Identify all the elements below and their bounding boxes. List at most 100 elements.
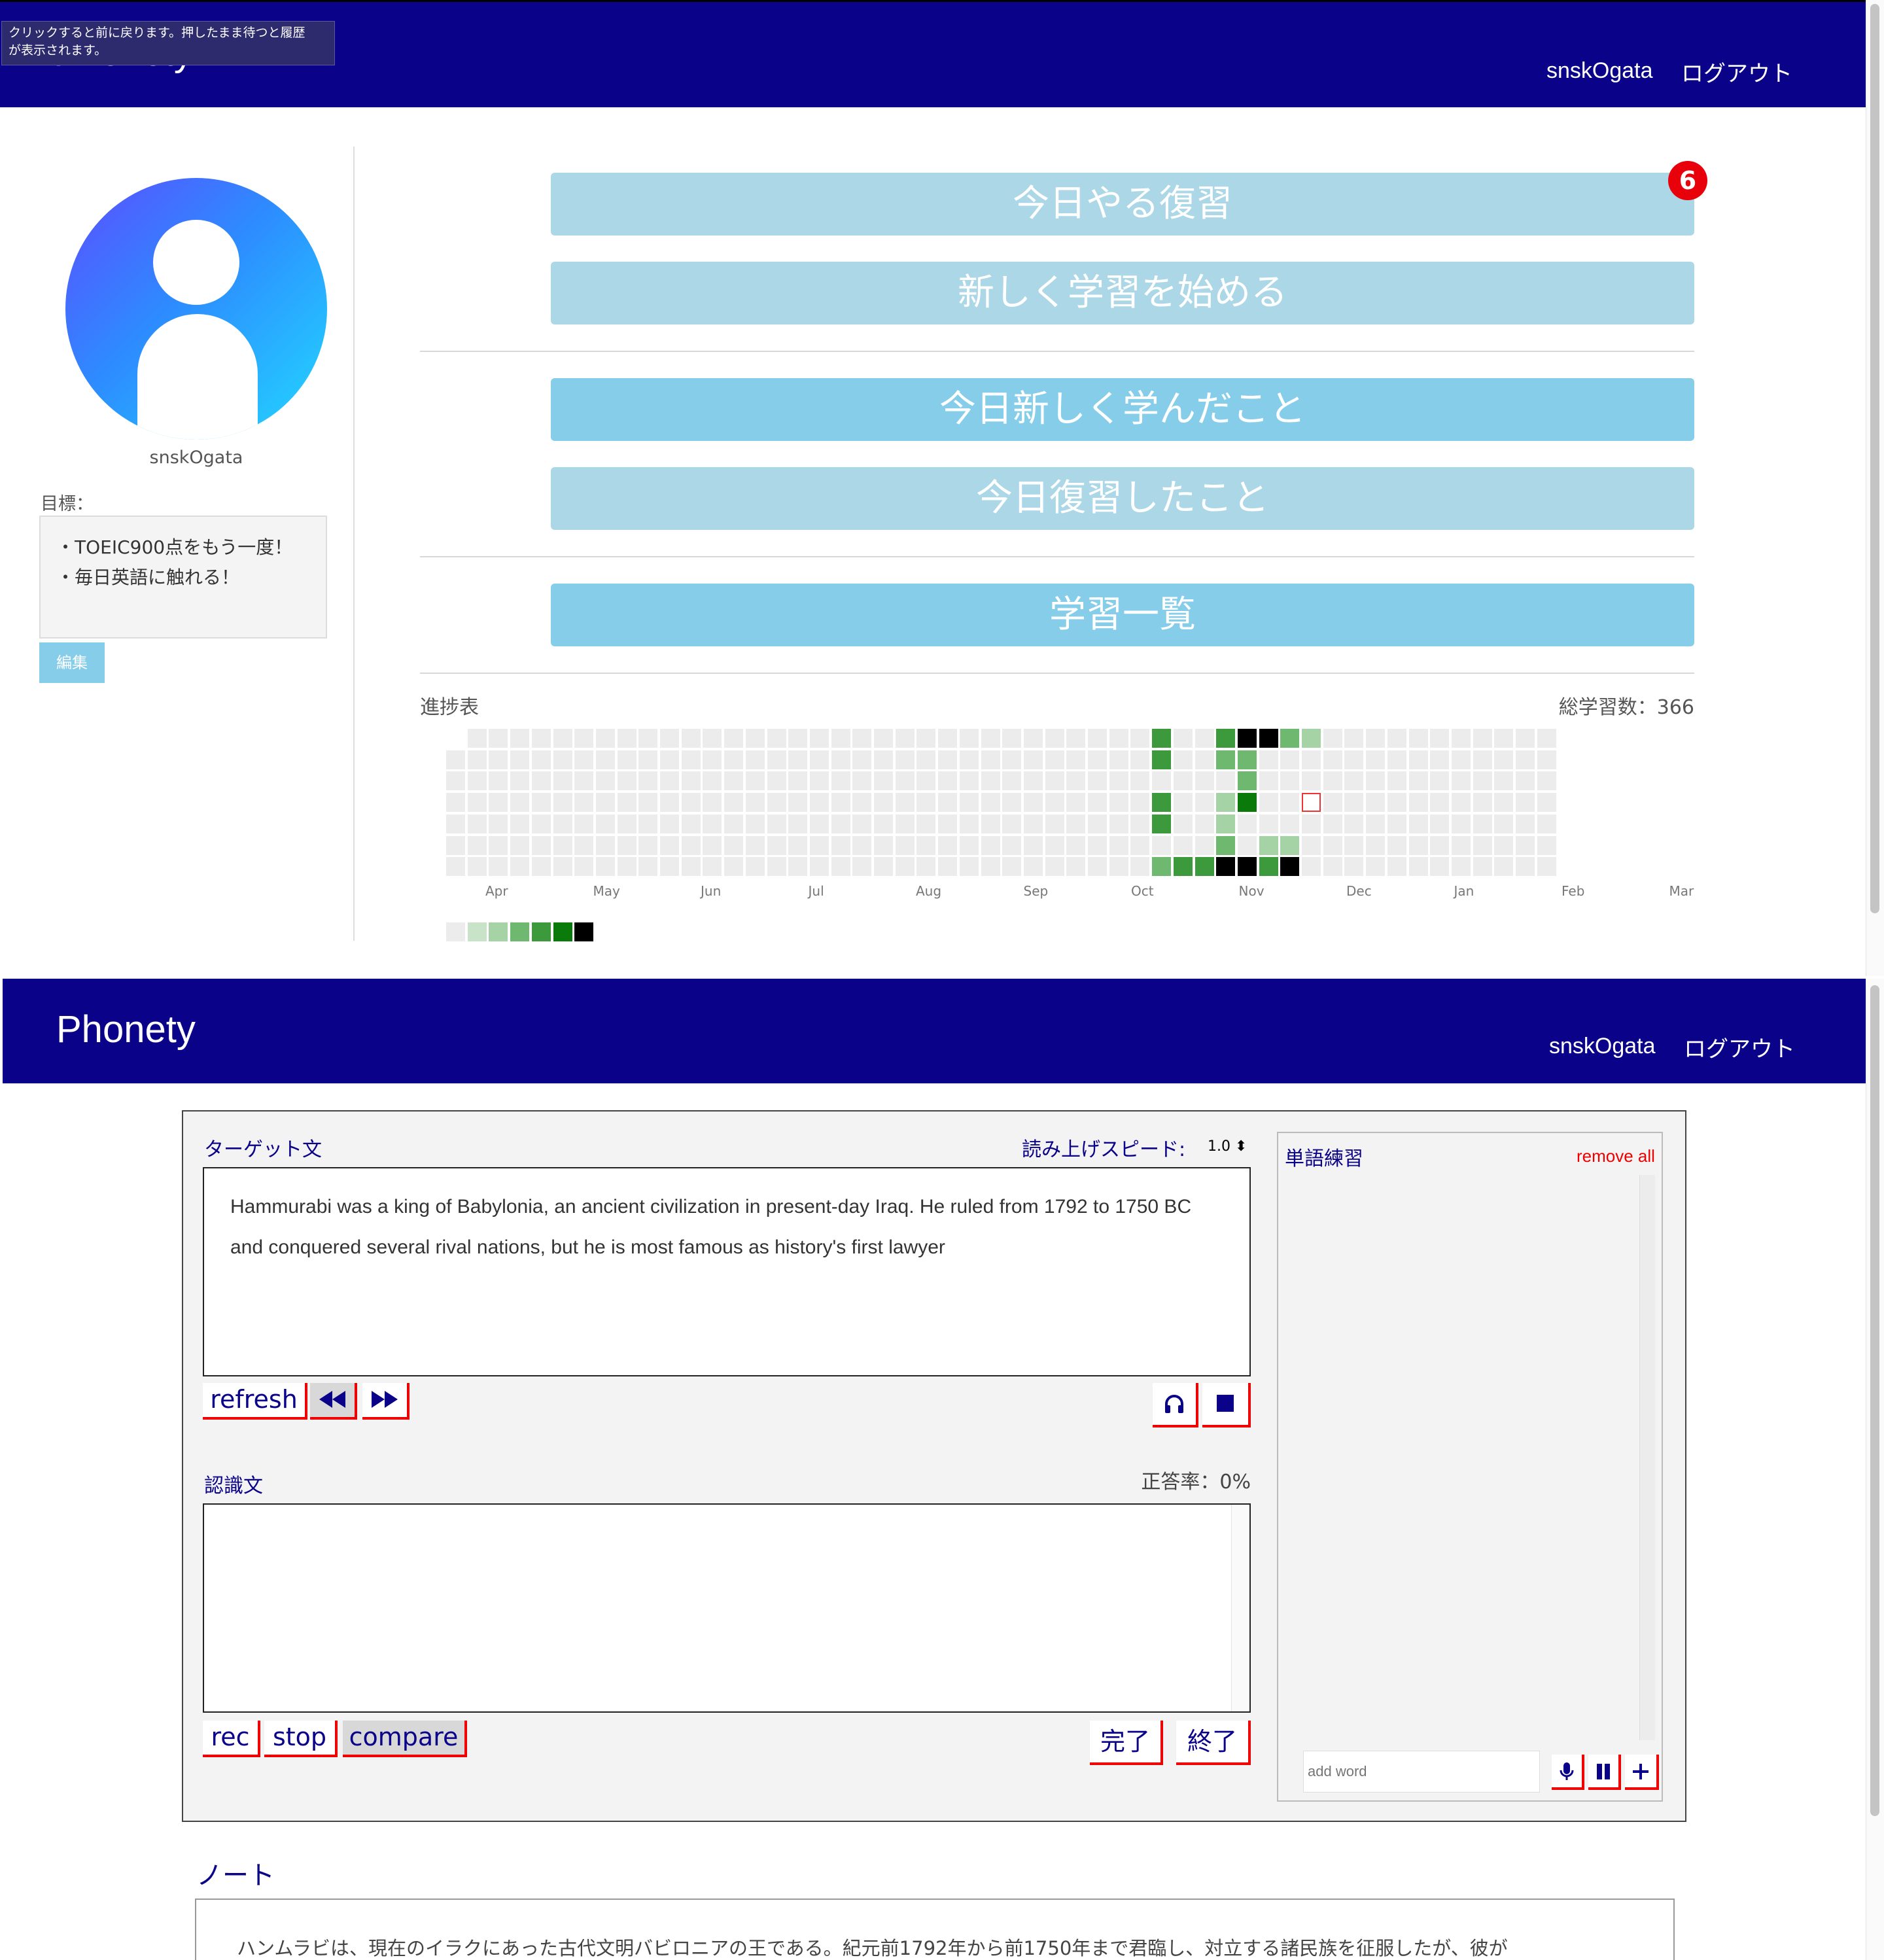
heatmap-cell <box>617 771 637 791</box>
rewind-icon <box>319 1391 345 1408</box>
end-button[interactable]: 終了 <box>1176 1721 1251 1765</box>
bottom-logout-link[interactable]: ログアウト <box>1684 1031 1795 1063</box>
heatmap-cell <box>895 814 915 833</box>
heatmap-cell <box>981 793 1000 813</box>
fast-forward-icon <box>372 1391 398 1408</box>
heatmap-cell <box>1323 835 1342 855</box>
heatmap-cell <box>1173 729 1193 748</box>
divider <box>420 556 1694 557</box>
remove-all-button[interactable]: remove all <box>1577 1146 1655 1166</box>
avatar[interactable] <box>65 178 327 440</box>
rewind-button[interactable] <box>310 1383 357 1420</box>
heatmap-cell <box>1344 857 1364 877</box>
word-mic-button[interactable] <box>1552 1755 1584 1790</box>
refresh-button[interactable]: refresh <box>203 1383 307 1420</box>
recognized-text-box[interactable] <box>203 1503 1251 1713</box>
month-label: Mar <box>1669 883 1694 899</box>
heatmap-cell <box>489 771 508 791</box>
heatmap-cell <box>1045 793 1064 813</box>
heatmap-cell <box>595 857 615 877</box>
learned-today-button[interactable]: 今日新しく学んだこと <box>551 378 1694 441</box>
note-box[interactable]: ハンムラビは、現在のイラクにあった古代文明バビロニアの王である。紀元前1792年… <box>195 1899 1675 1960</box>
reviewed-today-button[interactable]: 今日復習したこと <box>551 467 1694 530</box>
heatmap-cell <box>981 771 1000 791</box>
heatmap-cell <box>681 750 701 769</box>
legend-swatch <box>553 922 572 941</box>
goal-box: ・TOEIC900点をもう一度！ ・毎日英語に触れる！ <box>39 516 327 639</box>
page-scrollbar-2[interactable] <box>1866 979 1884 1960</box>
heatmap-cell <box>1152 793 1172 813</box>
fast-forward-button[interactable] <box>362 1383 410 1420</box>
plus-icon <box>1633 1764 1648 1779</box>
heatmap-cell <box>1152 857 1172 877</box>
bottom-user-link[interactable]: snskOgata <box>1549 1034 1656 1059</box>
word-pause-button[interactable] <box>1588 1755 1621 1790</box>
month-label: Jul <box>808 883 824 899</box>
heatmap-cell <box>767 814 786 833</box>
heatmap-cell <box>1366 729 1386 748</box>
heatmap-cell <box>1023 793 1043 813</box>
heatmap-cell <box>852 771 872 791</box>
stop-playback-button[interactable] <box>1202 1383 1251 1427</box>
heatmap-cell <box>1216 750 1236 769</box>
heatmap-cell <box>895 835 915 855</box>
heatmap-cell <box>1473 771 1492 791</box>
bottom-logo[interactable]: Phonety <box>56 1007 196 1051</box>
heatmap-cell <box>1216 729 1236 748</box>
scrollbar-thumb[interactable] <box>1870 4 1879 913</box>
heatmap-cell <box>489 835 508 855</box>
heatmap-cell <box>916 729 936 748</box>
study-list-button[interactable]: 学習一覧 <box>551 584 1694 646</box>
scrollbar-thumb[interactable] <box>1870 985 1879 1816</box>
heatmap-cell <box>574 729 594 748</box>
page-scrollbar[interactable] <box>1866 0 1884 979</box>
note-title: ノート <box>196 1861 275 1891</box>
top-user-link[interactable]: snskOgata <box>1546 58 1653 84</box>
heatmap-cell <box>574 835 594 855</box>
heatmap-cell <box>1451 814 1471 833</box>
heatmap-cell <box>617 814 637 833</box>
add-word-button[interactable] <box>1625 1755 1659 1790</box>
heatmap-cell <box>831 750 850 769</box>
month-label: Aug <box>916 883 942 899</box>
avatar-head-icon <box>153 220 239 305</box>
heatmap-cell <box>595 750 615 769</box>
done-button[interactable]: 完了 <box>1090 1721 1163 1765</box>
heatmap-cell <box>1451 835 1471 855</box>
heatmap-cell <box>660 835 679 855</box>
goal-label: 目標： <box>41 494 94 514</box>
compare-button[interactable]: compare <box>343 1721 467 1757</box>
heatmap-cell <box>1366 750 1386 769</box>
heatmap-cell <box>1366 814 1386 833</box>
heatmap-cell <box>1066 771 1086 791</box>
top-logout-link[interactable]: ログアウト <box>1681 56 1792 88</box>
heatmap-cell <box>595 814 615 833</box>
bottom-header: Phonety snskOgata ログアウト <box>3 979 1866 1083</box>
recognized-scrollbar[interactable] <box>1231 1505 1249 1711</box>
back-tooltip: クリックすると前に戻ります。押したまま待つと履歴 が表示されます。 <box>1 21 335 65</box>
heatmap-cell <box>1302 857 1321 877</box>
heatmap-cell <box>617 835 637 855</box>
edit-goal-button[interactable]: 編集 <box>39 642 105 683</box>
heatmap-cell <box>1280 857 1300 877</box>
add-word-input[interactable] <box>1303 1751 1540 1793</box>
review-today-button[interactable]: 今日やる復習 <box>551 173 1694 236</box>
start-new-button[interactable]: 新しく学習を始める <box>551 262 1694 324</box>
speed-select[interactable]: 1.0 ⬍ <box>1208 1138 1247 1155</box>
listen-button[interactable] <box>1153 1383 1198 1427</box>
heatmap-cell <box>1430 857 1450 877</box>
stop-rec-button[interactable]: stop <box>264 1721 338 1757</box>
heatmap-cell <box>1516 835 1535 855</box>
heatmap-cell <box>1195 857 1214 877</box>
heatmap-cell <box>831 793 850 813</box>
pause-icon <box>1597 1764 1610 1779</box>
heatmap-cell <box>1344 814 1364 833</box>
heatmap-cell <box>1109 857 1128 877</box>
heatmap-cell <box>981 729 1000 748</box>
heatmap-cell <box>1408 835 1428 855</box>
word-list-scrollbar[interactable] <box>1639 1175 1655 1740</box>
heatmap-cell <box>1088 793 1107 813</box>
rec-button[interactable]: rec <box>203 1721 260 1757</box>
heatmap-cell <box>1366 835 1386 855</box>
heatmap-cell <box>831 835 850 855</box>
